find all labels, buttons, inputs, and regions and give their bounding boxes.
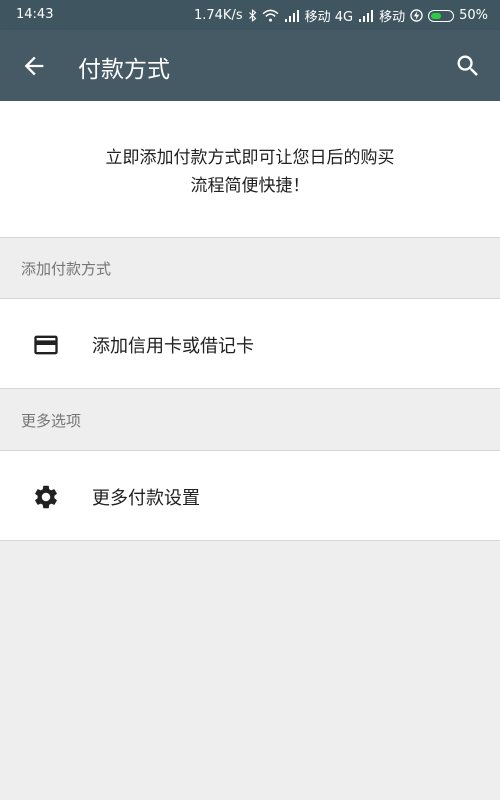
signal-icon bbox=[284, 9, 299, 22]
network-speed: 1.74K/s bbox=[193, 8, 243, 23]
credit-card-icon bbox=[34, 335, 58, 355]
intro-line-2: 流程简便快捷！ bbox=[190, 176, 310, 196]
carrier-1: 移动 4G bbox=[304, 10, 354, 25]
section-header-more-options: 更多选项 bbox=[0, 390, 500, 450]
section-title: 添加付款方式 bbox=[21, 260, 112, 278]
section-header-add-payment: 添加付款方式 bbox=[0, 238, 500, 298]
gear-icon bbox=[35, 485, 57, 509]
status-time: 14:43 bbox=[16, 7, 54, 22]
wifi-icon bbox=[262, 9, 279, 22]
arrow-back-icon[interactable] bbox=[20, 52, 48, 80]
app-bar: 付款方式 bbox=[0, 30, 500, 101]
battery-icon bbox=[428, 9, 455, 22]
battery-percent: 50% bbox=[459, 8, 488, 23]
page-title: 付款方式 bbox=[78, 57, 170, 83]
intro-card: 立即添加付款方式即可让您日后的购买 流程简便快捷！ bbox=[0, 101, 500, 238]
status-indicators: 1.74K/s 移动 4G 移动 50% bbox=[194, 6, 488, 25]
bluetooth-icon bbox=[248, 9, 256, 22]
carrier-2: 移动 bbox=[379, 10, 406, 25]
search-icon[interactable] bbox=[454, 52, 482, 80]
section-title: 更多选项 bbox=[21, 412, 82, 430]
intro-message: 立即添加付款方式即可让您日后的购买 流程简便快捷！ bbox=[0, 144, 500, 200]
signal-icon-2 bbox=[359, 9, 374, 22]
more-payment-settings-item[interactable]: 更多付款设置 bbox=[0, 450, 500, 541]
intro-line-1: 立即添加付款方式即可让您日后的购买 bbox=[105, 148, 395, 168]
add-card-label: 添加信用卡或借记卡 bbox=[92, 336, 254, 357]
status-bar: 14:43 1.74K/s 移动 4G 移动 50% bbox=[0, 0, 500, 30]
charging-icon bbox=[410, 9, 423, 22]
add-card-item[interactable]: 添加信用卡或借记卡 bbox=[0, 298, 500, 389]
more-settings-label: 更多付款设置 bbox=[92, 488, 200, 509]
